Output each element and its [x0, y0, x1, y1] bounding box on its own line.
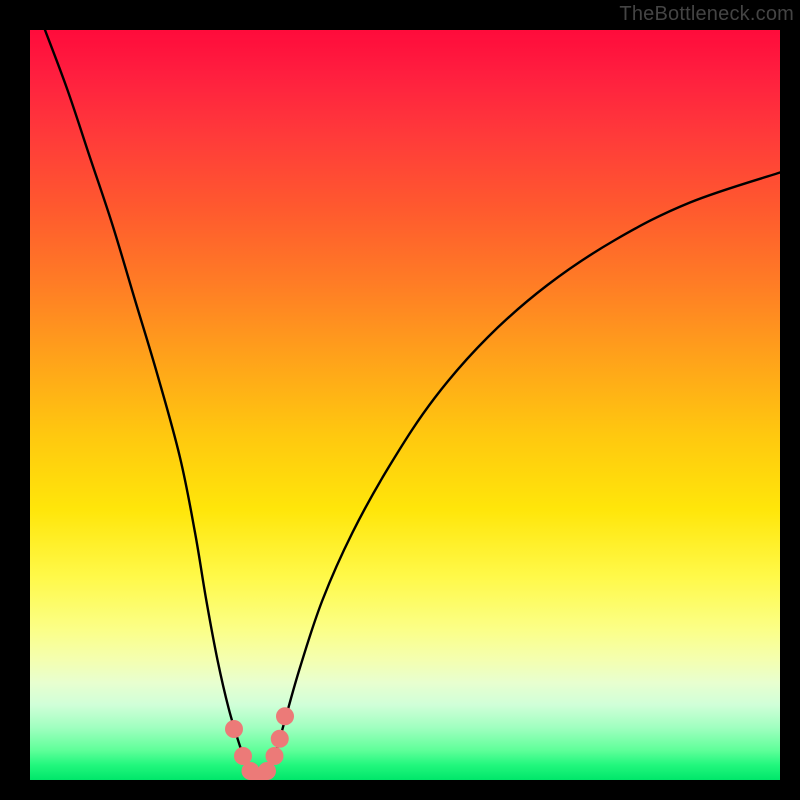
- marker-dot: [276, 707, 294, 725]
- marker-dot: [225, 720, 243, 738]
- bottleneck-curve: [45, 30, 780, 778]
- marker-dot: [271, 730, 289, 748]
- marker-dot: [266, 747, 284, 765]
- curve-markers: [225, 707, 294, 780]
- plot-area: [30, 30, 780, 780]
- chart-frame: TheBottleneck.com: [0, 0, 800, 800]
- watermark-text: TheBottleneck.com: [619, 3, 794, 26]
- curve-layer: [30, 30, 780, 780]
